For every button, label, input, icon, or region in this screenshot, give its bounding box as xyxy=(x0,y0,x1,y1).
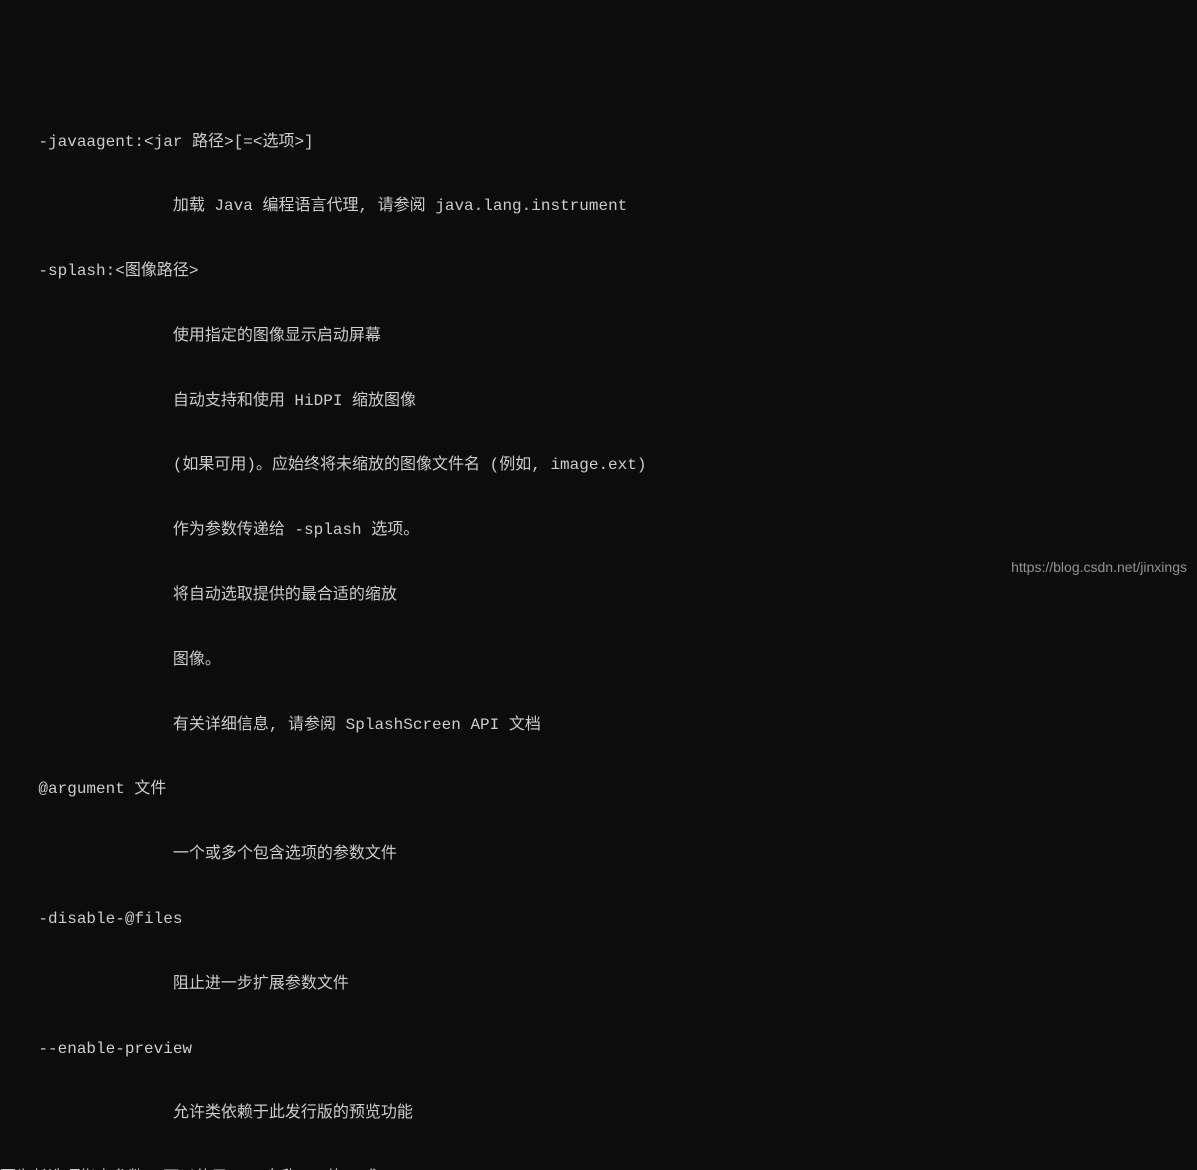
terminal-output[interactable]: -javaagent:<jar 路径>[=<选项>] 加载 Java 编程语言代… xyxy=(0,86,1197,1170)
output-line: 一个或多个包含选项的参数文件 xyxy=(0,844,1197,866)
output-line: 作为参数传递给 -splash 选项。 xyxy=(0,520,1197,542)
output-line: -splash:<图像路径> xyxy=(0,261,1197,283)
output-line: 使用指定的图像显示启动屏幕 xyxy=(0,326,1197,348)
output-line: @argument 文件 xyxy=(0,779,1197,801)
output-line: 允许类依赖于此发行版的预览功能 xyxy=(0,1103,1197,1125)
output-line: 自动支持和使用 HiDPI 缩放图像 xyxy=(0,391,1197,413)
output-line: 要为长选项指定参数, 可以使用 --<名称>=<值> 或 xyxy=(0,1168,1197,1170)
output-line: 将自动选取提供的最合适的缩放 xyxy=(0,585,1197,607)
output-line: --enable-preview xyxy=(0,1039,1197,1061)
output-line: 阻止进一步扩展参数文件 xyxy=(0,974,1197,996)
watermark-text: https://blog.csdn.net/jinxings xyxy=(1011,558,1187,577)
output-line: 加载 Java 编程语言代理, 请参阅 java.lang.instrument xyxy=(0,196,1197,218)
output-line: 有关详细信息, 请参阅 SplashScreen API 文档 xyxy=(0,715,1197,737)
output-line: -disable-@files xyxy=(0,909,1197,931)
output-line: -javaagent:<jar 路径>[=<选项>] xyxy=(0,132,1197,154)
output-line: 图像。 xyxy=(0,650,1197,672)
output-line: (如果可用)。应始终将未缩放的图像文件名 (例如, image.ext) xyxy=(0,455,1197,477)
